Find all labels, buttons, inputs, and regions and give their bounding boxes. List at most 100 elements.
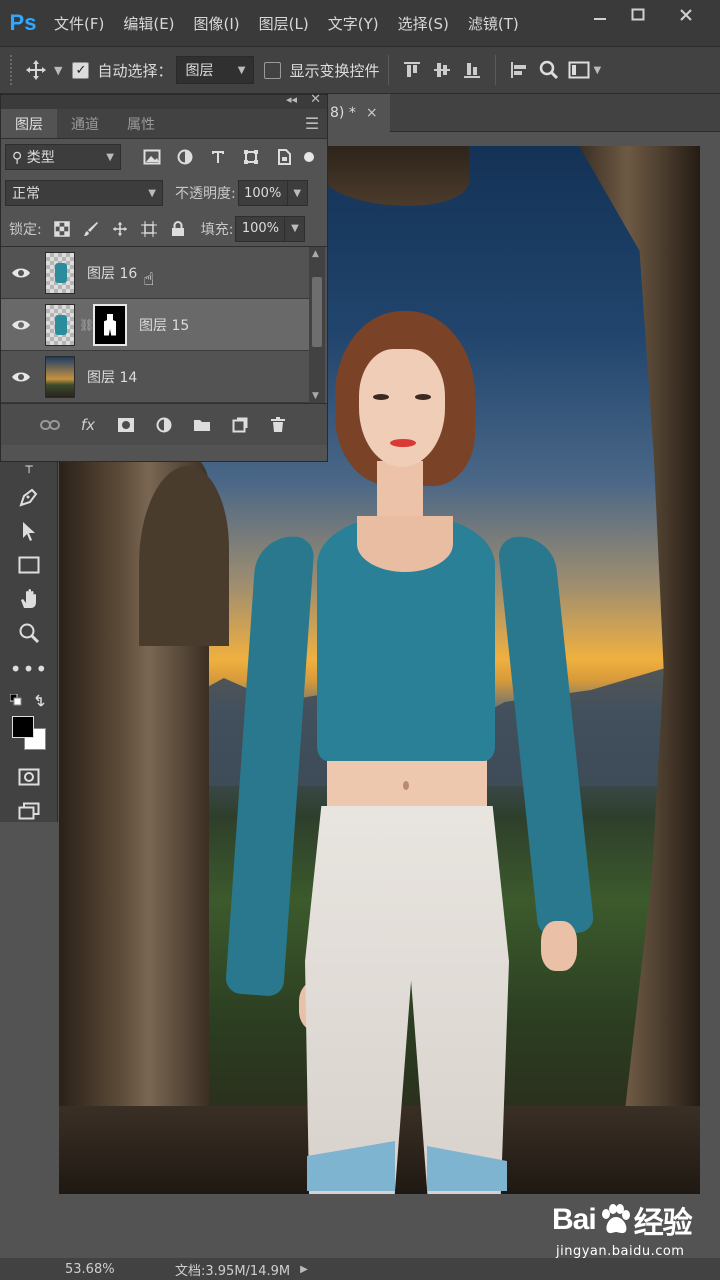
lock-transparent-button[interactable] [48,220,77,237]
search-button[interactable] [534,55,564,85]
layer-row[interactable]: ⛓ 图层 15 [1,299,309,351]
tool-more[interactable]: ••• [0,652,58,686]
default-colors-icon[interactable] [10,694,24,708]
new-layer-button[interactable] [228,417,252,433]
align-vcenter-icon [433,63,450,77]
visibility-toggle[interactable] [1,266,41,280]
close-panel-icon[interactable]: ✕ [310,92,321,107]
visibility-toggle[interactable] [1,370,41,384]
close-tab-icon[interactable]: × [366,105,378,121]
lips [390,439,416,447]
align-vcenter-button[interactable] [427,55,457,85]
chain-link-icon[interactable]: ⛓ [79,318,94,332]
minimize-icon [594,18,606,20]
move-tool-preset[interactable] [14,52,58,88]
tool-path-select[interactable] [0,514,58,548]
foreground-color-swatch[interactable] [12,716,34,738]
layer-row[interactable]: 图层 14 [1,351,309,403]
close-window-button[interactable] [668,0,704,30]
maximize-button[interactable] [620,0,656,30]
opacity-input[interactable]: 100% [237,180,288,206]
auto-select-dropdown[interactable]: 图层 ▼ [176,56,255,84]
vertical-scroll-area[interactable] [700,132,720,1258]
align-top-button[interactable] [397,55,427,85]
filter-type-dropdown[interactable]: ⚲ 类型 ▼ [5,144,121,170]
layer-thumbnail [45,355,75,398]
status-menu-arrow-icon[interactable]: ▶ [300,1264,308,1275]
workspace-button[interactable] [564,55,594,85]
fill-input[interactable]: 100% [235,215,286,242]
filter-adjustment-button[interactable] [168,149,201,165]
menu-type[interactable]: 文字(Y) [320,13,387,34]
tab-channels[interactable]: 通道 [57,109,113,138]
filter-smart-button[interactable] [267,149,300,165]
layer-thumbnail [45,251,75,294]
tool-quick-mask[interactable] [0,760,58,794]
filter-pixel-button[interactable] [135,149,168,165]
lock-all-button[interactable] [164,220,193,237]
layers-panel-actions: fx [1,403,327,445]
scroll-down-icon[interactable]: ▼ [312,391,319,401]
new-adjustment-button[interactable] [152,417,176,433]
show-transform-checkbox[interactable] [264,61,282,79]
chevron-down-icon: ▼ [593,64,602,76]
layer-list-scrollbar[interactable]: ▲ ▼ [309,247,325,403]
collapse-panel-icon[interactable]: ◂◂ [286,93,297,106]
document-tab[interactable]: 8) * × [328,94,390,132]
fill-dropdown[interactable]: ▼ [285,215,306,242]
menu-file[interactable]: 文件(F) [46,13,112,34]
blend-mode-dropdown[interactable]: 正常 ▼ [5,180,163,206]
adjustment-icon [177,149,192,165]
layer-name[interactable]: 图层 16 [87,263,137,283]
tool-type-stub[interactable]: ┬ [0,460,58,472]
delete-layer-button[interactable] [266,416,290,433]
scrollbar-thumb[interactable] [312,277,322,347]
layers-panel: ◂◂ ✕ 图层 通道 属性 ☰ ⚲ 类型 ▼ 正常 ▼ 不透明度: 100% ▼… [0,92,328,462]
new-group-button[interactable] [190,417,214,433]
scroll-up-icon[interactable]: ▲ [312,249,319,259]
lock-label: 锁定: [9,221,42,238]
text-icon [211,151,224,163]
arm-right [497,533,595,937]
link-layers-button[interactable] [38,419,62,431]
tool-zoom[interactable] [0,616,58,650]
panel-menu-icon[interactable]: ☰ [297,109,327,138]
tool-screen-mode[interactable] [0,794,58,828]
menu-select[interactable]: 选择(S) [390,13,457,34]
minimize-button[interactable] [582,0,618,30]
align-bottom-button[interactable] [457,55,487,85]
lock-artboard-button[interactable] [135,220,164,237]
hand-icon [21,589,36,608]
zoom-level[interactable]: 53.68% [65,1262,145,1277]
visibility-toggle[interactable] [1,318,41,332]
filter-shape-button[interactable] [234,149,267,165]
filter-type-button[interactable] [201,149,234,165]
search-icon [539,60,558,80]
chevron-down-icon: ▼ [237,64,246,76]
filter-toggle[interactable] [304,152,314,162]
align-left-button[interactable] [504,55,534,85]
tab-properties[interactable]: 属性 [113,109,169,138]
tool-rectangle[interactable] [0,548,58,582]
tool-hand[interactable] [0,582,58,616]
lock-pixels-button[interactable] [77,221,106,237]
auto-select-checkbox[interactable]: ✓ [72,61,90,79]
swap-colors-icon[interactable] [34,694,48,708]
menu-edit[interactable]: 编辑(E) [115,13,182,34]
menu-image[interactable]: 图像(I) [186,13,248,34]
layer-name[interactable]: 图层 14 [87,367,137,387]
tool-pen[interactable] [0,480,58,514]
navel [403,781,409,790]
menu-filter[interactable]: 滤镜(T) [460,13,527,34]
eye-left [373,394,389,400]
layer-row[interactable]: 图层 16 ☝ [1,247,309,299]
fx-button[interactable]: fx [76,416,100,434]
menu-layer[interactable]: 图层(L) [251,13,317,34]
add-mask-button[interactable] [114,417,138,433]
opacity-dropdown[interactable]: ▼ [287,180,308,206]
menu-bar: Ps 文件(F) 编辑(E) 图像(I) 图层(L) 文字(Y) 选择(S) 滤… [0,0,720,46]
layer-mask-thumbnail[interactable] [93,303,127,346]
tab-layers[interactable]: 图层 [1,109,57,138]
lock-position-button[interactable] [106,221,135,237]
layer-name[interactable]: 图层 15 [139,315,189,335]
